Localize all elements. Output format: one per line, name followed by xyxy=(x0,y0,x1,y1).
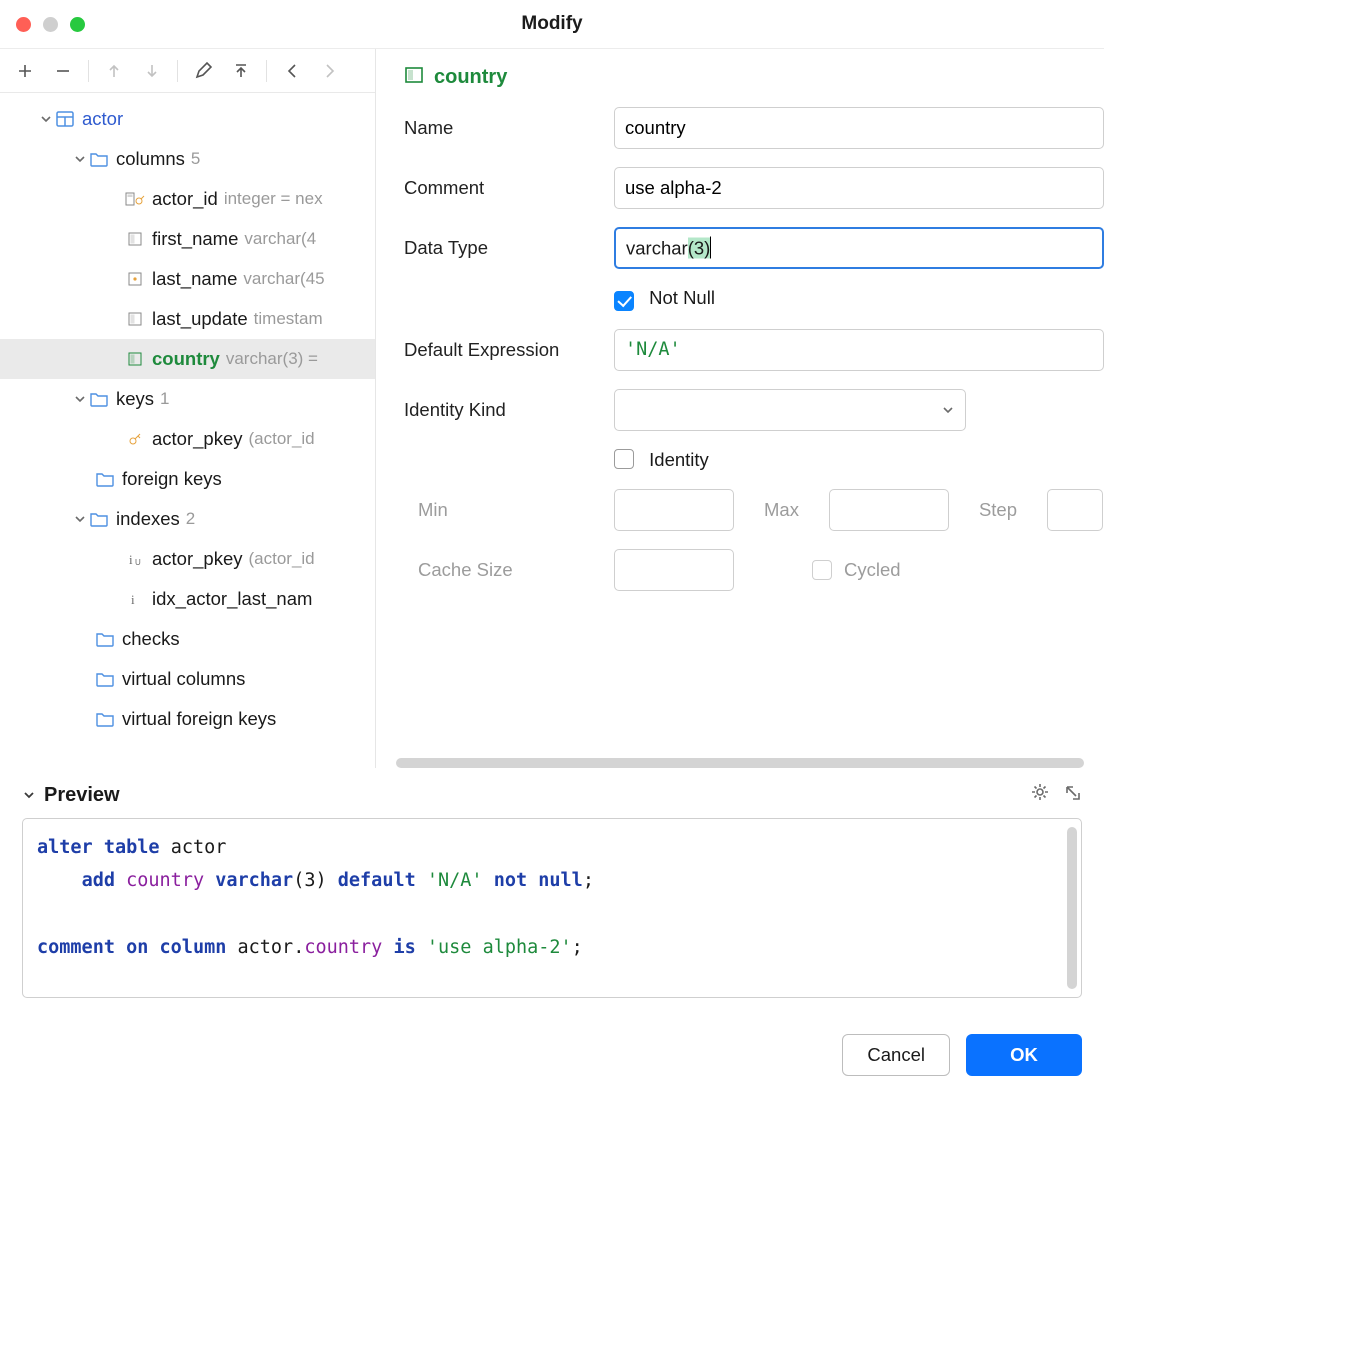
new-column-icon xyxy=(124,349,146,369)
identity-checkbox[interactable] xyxy=(614,449,634,469)
structure-tree-pane: actor columns 5 actor_id integer = nex f… xyxy=(0,49,376,768)
label-cycled: Cycled xyxy=(844,559,901,581)
default-expression-input[interactable] xyxy=(614,329,1104,371)
chevron-down-icon xyxy=(72,393,88,405)
label-max: Max xyxy=(764,499,799,521)
vertical-scrollbar[interactable] xyxy=(1067,827,1077,989)
svg-text:i: i xyxy=(129,552,133,567)
index-icon: i xyxy=(124,589,146,609)
chevron-down-icon xyxy=(941,403,955,417)
column-icon xyxy=(124,229,146,249)
tree-indexes-node[interactable]: indexes 2 xyxy=(0,499,375,539)
label-identity-kind: Identity Kind xyxy=(404,399,614,421)
label-datatype: Data Type xyxy=(404,237,614,259)
titlebar: Modify xyxy=(0,0,1104,48)
gear-icon[interactable] xyxy=(1030,782,1050,808)
tree-checks-node[interactable]: checks xyxy=(0,619,375,659)
name-input[interactable] xyxy=(614,107,1104,149)
tree-column-item[interactable]: actor_id integer = nex xyxy=(0,179,375,219)
sql-preview[interactable]: alter table actor add country varchar(3)… xyxy=(22,818,1082,998)
label-comment: Comment xyxy=(404,177,614,199)
tree-toolbar xyxy=(0,49,375,93)
label-name: Name xyxy=(404,117,614,139)
add-button[interactable] xyxy=(8,56,42,86)
form-header: country xyxy=(404,59,1104,95)
tree-table-node[interactable]: actor xyxy=(0,99,375,139)
edit-button[interactable] xyxy=(186,56,220,86)
label-default: Default Expression xyxy=(404,339,614,361)
label-step: Step xyxy=(979,499,1017,521)
datatype-input[interactable] xyxy=(614,227,1104,269)
tree-column-item[interactable]: first_name varchar(4 xyxy=(0,219,375,259)
label-notnull: Not Null xyxy=(649,287,715,308)
tree-column-item[interactable]: last_update timestam xyxy=(0,299,375,339)
structure-tree[interactable]: actor columns 5 actor_id integer = nex f… xyxy=(0,93,375,768)
column-icon xyxy=(124,309,146,329)
key-icon xyxy=(124,429,146,449)
preview-section: Preview alter table actor add country va… xyxy=(0,768,1104,998)
export-up-button[interactable] xyxy=(224,56,258,86)
folder-icon xyxy=(94,709,116,729)
label-identity: Identity xyxy=(649,449,709,470)
tree-column-item[interactable]: last_name varchar(45 xyxy=(0,259,375,299)
back-button[interactable] xyxy=(275,56,309,86)
column-form-pane: country Name Comment Data Type varchar(3… xyxy=(376,49,1104,768)
chevron-down-icon xyxy=(38,113,54,125)
table-name: actor xyxy=(82,108,123,130)
column-icon xyxy=(404,66,424,89)
svg-text:U: U xyxy=(135,558,141,567)
tree-keys-node[interactable]: keys 1 xyxy=(0,379,375,419)
tree-foreign-keys-node[interactable]: foreign keys xyxy=(0,459,375,499)
identity-row[interactable]: Identity xyxy=(614,449,1104,471)
move-down-button[interactable] xyxy=(135,56,169,86)
window-title: Modify xyxy=(0,13,1104,35)
folder-icon xyxy=(88,509,110,529)
notnull-row[interactable]: Not Null xyxy=(614,287,1104,311)
notnull-checkbox[interactable] xyxy=(614,291,634,311)
label-min: Min xyxy=(404,499,614,521)
svg-text:i: i xyxy=(131,592,135,607)
ok-button[interactable]: OK xyxy=(966,1034,1082,1076)
chevron-down-icon[interactable] xyxy=(22,788,36,802)
tree-vfkeys-node[interactable]: virtual foreign keys xyxy=(0,699,375,739)
folder-icon xyxy=(88,149,110,169)
indexed-column-icon xyxy=(124,269,146,289)
tree-vcols-node[interactable]: virtual columns xyxy=(0,659,375,699)
horizontal-scrollbar[interactable] xyxy=(396,758,1084,768)
move-up-button[interactable] xyxy=(97,56,131,86)
tree-columns-node[interactable]: columns 5 xyxy=(0,139,375,179)
folder-icon xyxy=(88,389,110,409)
min-input[interactable] xyxy=(614,489,734,531)
form-column-name: country xyxy=(434,66,507,89)
folder-icon xyxy=(94,469,116,489)
cancel-button[interactable]: Cancel xyxy=(842,1034,950,1076)
chevron-down-icon xyxy=(72,153,88,165)
popout-icon[interactable] xyxy=(1062,782,1082,808)
label-cachesize: Cache Size xyxy=(404,559,614,581)
tree-index-item[interactable]: i idx_actor_last_nam xyxy=(0,579,375,619)
folder-icon xyxy=(94,629,116,649)
max-input[interactable] xyxy=(829,489,949,531)
dialog-footer: Cancel OK xyxy=(842,1034,1082,1076)
identity-kind-select[interactable] xyxy=(614,389,966,431)
remove-button[interactable] xyxy=(46,56,80,86)
pk-column-icon xyxy=(124,189,146,209)
cachesize-input[interactable] xyxy=(614,549,734,591)
tree-column-item-selected[interactable]: country varchar(3) = xyxy=(0,339,375,379)
preview-title: Preview xyxy=(44,784,120,807)
folder-icon xyxy=(94,669,116,689)
cycled-checkbox[interactable] xyxy=(812,560,832,580)
chevron-down-icon xyxy=(72,513,88,525)
tree-key-item[interactable]: actor_pkey (actor_id xyxy=(0,419,375,459)
unique-index-icon: iU xyxy=(124,549,146,569)
comment-input[interactable] xyxy=(614,167,1104,209)
step-input[interactable] xyxy=(1047,489,1103,531)
forward-button[interactable] xyxy=(313,56,347,86)
tree-index-item[interactable]: iU actor_pkey (actor_id xyxy=(0,539,375,579)
table-icon xyxy=(54,109,76,129)
